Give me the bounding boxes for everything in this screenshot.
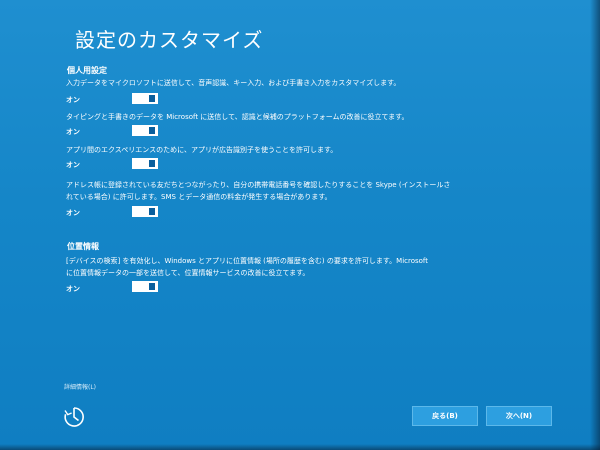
next-button[interactable]: 次へ(N)	[486, 406, 552, 426]
ease-of-access-icon-graphic	[64, 407, 84, 427]
setting-state-skype: オン	[66, 209, 80, 217]
setting-description-advertising-id: アプリ間のエクスペリエンスのために、アプリが広告識別子を使うことを許可します。	[66, 146, 338, 154]
toggle-thumb	[149, 283, 155, 290]
page-title: 設定のカスタマイズ	[75, 28, 264, 52]
section-heading-location: 位置情報	[67, 242, 99, 251]
setting-description-location-line-1: [デバイスの検索] を有効化し、Windows とアプリに位置情報 (場所の履歴…	[66, 257, 429, 265]
setting-description-typing: タイピングと手書きのデータを Microsoft に送信して、認識と候補のプラッ…	[66, 113, 409, 121]
section-heading-personal: 個人用設定	[67, 66, 107, 75]
setting-description-location-line-2: に位置情報データの一部を送信して、位置情報サービスの改善に役立てます。	[66, 269, 310, 277]
toggle-location[interactable]	[132, 281, 158, 292]
setting-description-speech: 入力データをマイクロソフトに送信して、音声認識、キー入力、および手書き入力をカス…	[66, 79, 401, 87]
toggle-thumb	[149, 127, 155, 134]
setting-state-typing: オン	[66, 128, 80, 136]
toggle-typing[interactable]	[132, 125, 158, 136]
back-button[interactable]: 戻る(B)	[412, 406, 478, 426]
setup-screen: 設定のカスタマイズ 個人用設定 入力データをマイクロソフトに送信して、音声認識、…	[0, 0, 600, 450]
toggle-speech[interactable]	[132, 93, 158, 104]
setting-state-location: オン	[66, 285, 80, 293]
toggle-thumb	[149, 208, 155, 215]
setting-description-skype-line-1: アドレス帳に登録されている友だちとつながったり、自分の携帯電話番号を確認したりす…	[66, 181, 451, 189]
toggle-advertising-id[interactable]	[132, 158, 158, 169]
setting-description-skype-line-2: れている場合) に許可します。SMS とデータ通信の料金が発生する場合があります…	[66, 193, 332, 201]
toggle-thumb	[149, 95, 155, 102]
setting-state-speech: オン	[66, 96, 80, 104]
setting-state-advertising-id: オン	[66, 161, 80, 169]
ease-of-access-icon[interactable]	[62, 405, 86, 429]
toggle-skype[interactable]	[132, 206, 158, 217]
screen-bezel-bottom	[0, 444, 600, 450]
details-link[interactable]: 詳細情報(L)	[64, 384, 96, 392]
screen-bezel-right	[590, 0, 600, 450]
toggle-thumb	[149, 160, 155, 167]
